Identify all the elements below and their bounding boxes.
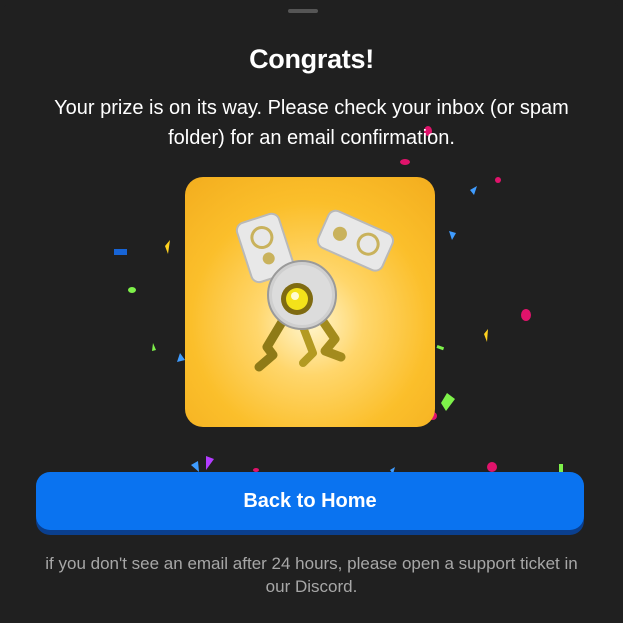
prize-dialog: Congrats! Your prize is on its way. Plea… bbox=[0, 0, 623, 623]
confirmation-message: Your prize is on its way. Please check y… bbox=[54, 97, 569, 149]
golden-bee-robot-icon bbox=[235, 209, 395, 372]
back-to-home-button[interactable]: Back to Home bbox=[36, 472, 584, 530]
prize-image bbox=[185, 177, 435, 427]
support-footnote: if you don't see an email after 24 hours… bbox=[45, 554, 578, 596]
dialog-title: Congrats! bbox=[249, 44, 374, 74]
